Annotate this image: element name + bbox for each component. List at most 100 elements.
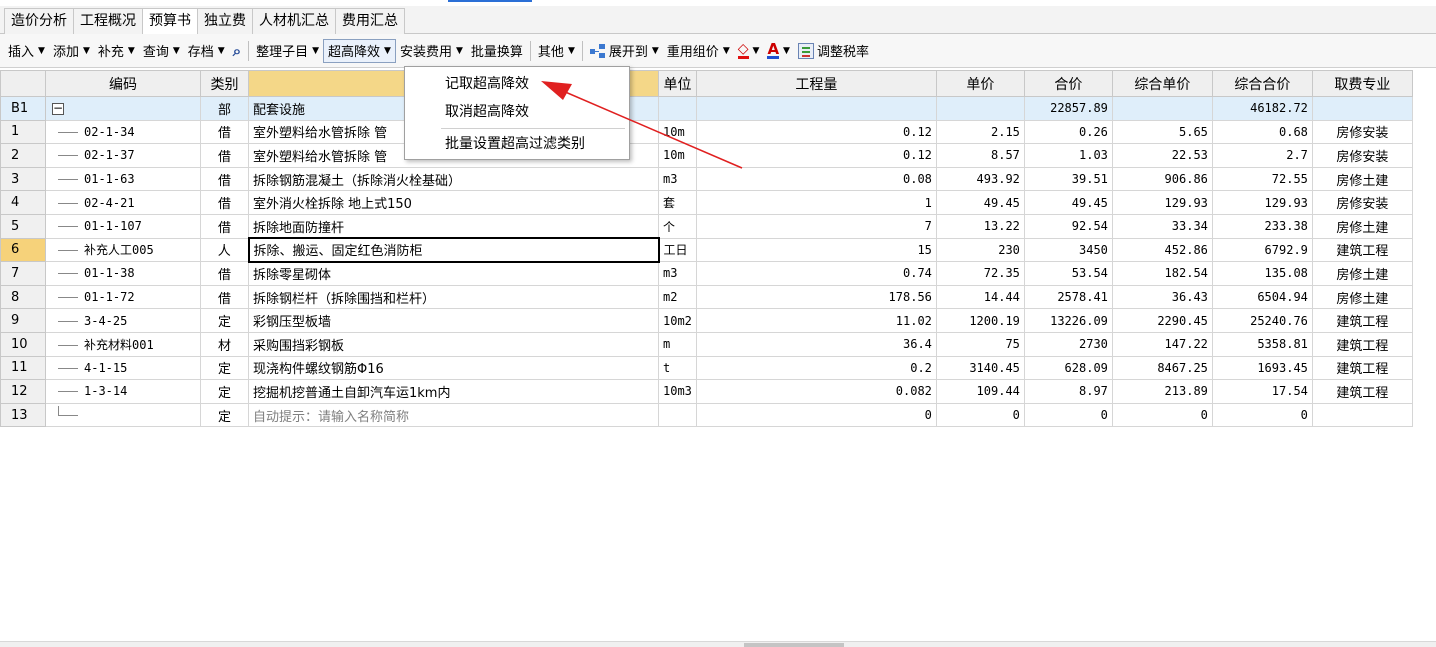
name-cell[interactable]: 室外消火栓拆除 地上式150 (248, 190, 659, 215)
fee-profession-cell[interactable]: 建筑工程 (1311, 331, 1413, 357)
comp-unit-price-cell[interactable]: 22.53 (1111, 143, 1213, 168)
tab-cost-analysis[interactable]: 造价分析 (4, 8, 74, 34)
fee-profession-cell[interactable]: 房修安装 (1311, 190, 1413, 215)
quantity-cell[interactable]: 0.12 (695, 119, 937, 145)
fee-profession-cell[interactable]: 房修土建 (1311, 284, 1413, 310)
quantity-cell[interactable]: 7 (695, 213, 937, 239)
unit-price-cell[interactable]: 75 (935, 331, 1025, 357)
menu-item-apply-high-reduction[interactable]: 记取超高降效 (405, 71, 629, 97)
type-cell[interactable]: 借 (200, 284, 249, 310)
col-header-comp-total-price[interactable]: 综合合价 (1211, 70, 1313, 97)
comp-unit-price-cell[interactable]: 147.22 (1111, 331, 1213, 357)
table-row[interactable]: 13 定自动提示：请输入名称简称 0 0 0 0 0 (0, 402, 1413, 428)
unit-cell[interactable]: 10m (658, 143, 697, 168)
comp-total-price-cell[interactable]: 5358.81 (1211, 331, 1313, 357)
unit-price-cell[interactable]: 3140.45 (935, 355, 1025, 381)
total-price-cell[interactable]: 2730 (1023, 331, 1113, 357)
table-row[interactable]: 2 02-1-37 借室外塑料给水管拆除 管 10m 0.12 8.57 1.03 22.53… (0, 143, 1413, 168)
comp-total-price-cell[interactable]: 25240.76 (1211, 308, 1313, 333)
fee-profession-cell[interactable]: 房修土建 (1311, 213, 1413, 239)
unit-cell[interactable]: 个 (658, 213, 697, 239)
adjust-tax-button[interactable]: 调整税率 (794, 39, 873, 63)
total-price-cell[interactable]: 8.97 (1023, 379, 1113, 404)
total-price-cell[interactable]: 13226.09 (1023, 308, 1113, 333)
add-button[interactable]: 添加 ▼ (49, 39, 94, 63)
name-cell[interactable]: 拆除、搬运、固定红色消防柜 (247, 237, 660, 263)
col-header-total-price[interactable]: 合价 (1023, 70, 1113, 97)
section-row[interactable]: B1 − 部 配套设施 22857.89 46182.72 (0, 96, 1413, 121)
type-cell[interactable]: 借 (200, 119, 249, 145)
code-cell[interactable]: 3-4-25 (45, 308, 201, 333)
code-cell[interactable]: 4-1-15 (45, 355, 201, 381)
other-button[interactable]: 其他 ▼ (534, 39, 579, 63)
unit-cell[interactable]: 套 (658, 190, 697, 215)
type-cell[interactable]: 材 (200, 331, 249, 357)
comp-total-price-cell[interactable]: 6504.94 (1211, 284, 1313, 310)
code-cell[interactable]: 02-1-34 (45, 119, 201, 145)
comp-unit-price-cell[interactable]: 2290.45 (1111, 308, 1213, 333)
fill-color-button[interactable]: ◇ ▼ (734, 39, 764, 63)
name-cell[interactable]: 彩钢压型板墙 (248, 308, 659, 333)
comp-unit-price-cell[interactable]: 8467.25 (1111, 355, 1213, 381)
table-row[interactable]: 5 01-1-107 借拆除地面防撞杆个 7 13.22 92.54 33.34 233.38… (0, 213, 1413, 239)
unit-price-cell[interactable]: 8.57 (935, 143, 1025, 168)
name-cell[interactable]: 拆除地面防撞杆 (248, 213, 659, 239)
unit-price-cell[interactable] (935, 96, 1025, 121)
comp-total-price-cell[interactable]: 135.08 (1211, 261, 1313, 286)
unit-price-cell[interactable]: 109.44 (935, 379, 1025, 404)
total-price-cell[interactable]: 3450 (1023, 237, 1113, 263)
archive-button[interactable]: 存档 ▼ (184, 39, 229, 63)
total-price-cell[interactable]: 92.54 (1023, 213, 1113, 239)
quantity-cell[interactable]: 15 (695, 237, 937, 263)
row-number[interactable]: 5 (0, 213, 46, 239)
total-price-cell[interactable]: 0.26 (1023, 119, 1113, 145)
comp-total-price-cell[interactable]: 0.68 (1211, 119, 1313, 145)
row-number[interactable]: 12 (0, 379, 46, 404)
quantity-cell[interactable]: 0.12 (695, 143, 937, 168)
type-cell[interactable]: 定 (200, 355, 249, 381)
unit-cell[interactable]: m3 (658, 166, 697, 192)
total-price-cell[interactable]: 49.45 (1023, 190, 1113, 215)
type-cell[interactable]: 定 (200, 308, 249, 333)
code-cell[interactable]: 02-4-21 (45, 190, 201, 215)
comp-total-price-cell[interactable]: 6792.9 (1211, 237, 1313, 263)
name-cell[interactable]: 自动提示：请输入名称简称 (248, 402, 659, 428)
query-button[interactable]: 查询 ▼ (139, 39, 184, 63)
row-number[interactable]: 1 (0, 119, 46, 145)
menu-item-batch-set-filter[interactable]: 批量设置超高过滤类别 (405, 131, 629, 157)
type-cell[interactable]: 借 (200, 261, 249, 286)
name-cell[interactable]: 现浇构件螺纹钢筋Φ16 (248, 355, 659, 381)
unit-cell[interactable] (658, 402, 697, 428)
unit-price-cell[interactable]: 72.35 (935, 261, 1025, 286)
col-header-quantity[interactable]: 工程量 (695, 70, 937, 97)
col-header-fee-profession[interactable]: 取费专业 (1311, 70, 1413, 97)
quantity-cell[interactable]: 36.4 (695, 331, 937, 357)
fee-profession-cell[interactable]: 房修土建 (1311, 166, 1413, 192)
type-cell[interactable]: 借 (200, 213, 249, 239)
organize-items-button[interactable]: 整理子目 ▼ (252, 39, 323, 63)
code-cell[interactable]: 02-1-37 (45, 143, 201, 168)
comp-unit-price-cell[interactable]: 0 (1111, 402, 1213, 428)
font-color-button[interactable]: A ▼ (763, 39, 794, 63)
code-cell[interactable]: 1-3-14 (45, 379, 201, 404)
comp-total-price-cell[interactable]: 233.38 (1211, 213, 1313, 239)
table-row[interactable]: 3 01-1-63 借拆除钢筋混凝土（拆除消火栓基础） m3 0.08 493.92 39.… (0, 166, 1413, 192)
type-cell[interactable]: 定 (200, 402, 249, 428)
unit-cell[interactable]: t (658, 355, 697, 381)
type-cell[interactable]: 借 (200, 166, 249, 192)
code-cell[interactable]: 01-1-107 (45, 213, 201, 239)
comp-unit-price-cell[interactable]: 452.86 (1111, 237, 1213, 263)
unit-price-cell[interactable]: 0 (935, 402, 1025, 428)
type-cell[interactable]: 定 (200, 379, 249, 404)
unit-cell[interactable]: 10m (658, 119, 697, 145)
col-header-unit-price[interactable]: 单价 (935, 70, 1025, 97)
comp-unit-price-cell[interactable]: 182.54 (1111, 261, 1213, 286)
fee-profession-cell[interactable]: 建筑工程 (1311, 237, 1413, 263)
comp-total-price-cell[interactable]: 72.55 (1211, 166, 1313, 192)
table-row[interactable]: 7 01-1-38 借拆除零星砌体 m3 0.74 72.35 53.54 182.54 135… (0, 261, 1413, 286)
unit-cell[interactable]: 10m2 (658, 308, 697, 333)
col-header-unit[interactable]: 单位 (658, 70, 697, 97)
unit-cell[interactable]: 工日 (658, 237, 697, 263)
unit-price-cell[interactable]: 1200.19 (935, 308, 1025, 333)
find-button[interactable]: ⌕ (229, 39, 245, 63)
